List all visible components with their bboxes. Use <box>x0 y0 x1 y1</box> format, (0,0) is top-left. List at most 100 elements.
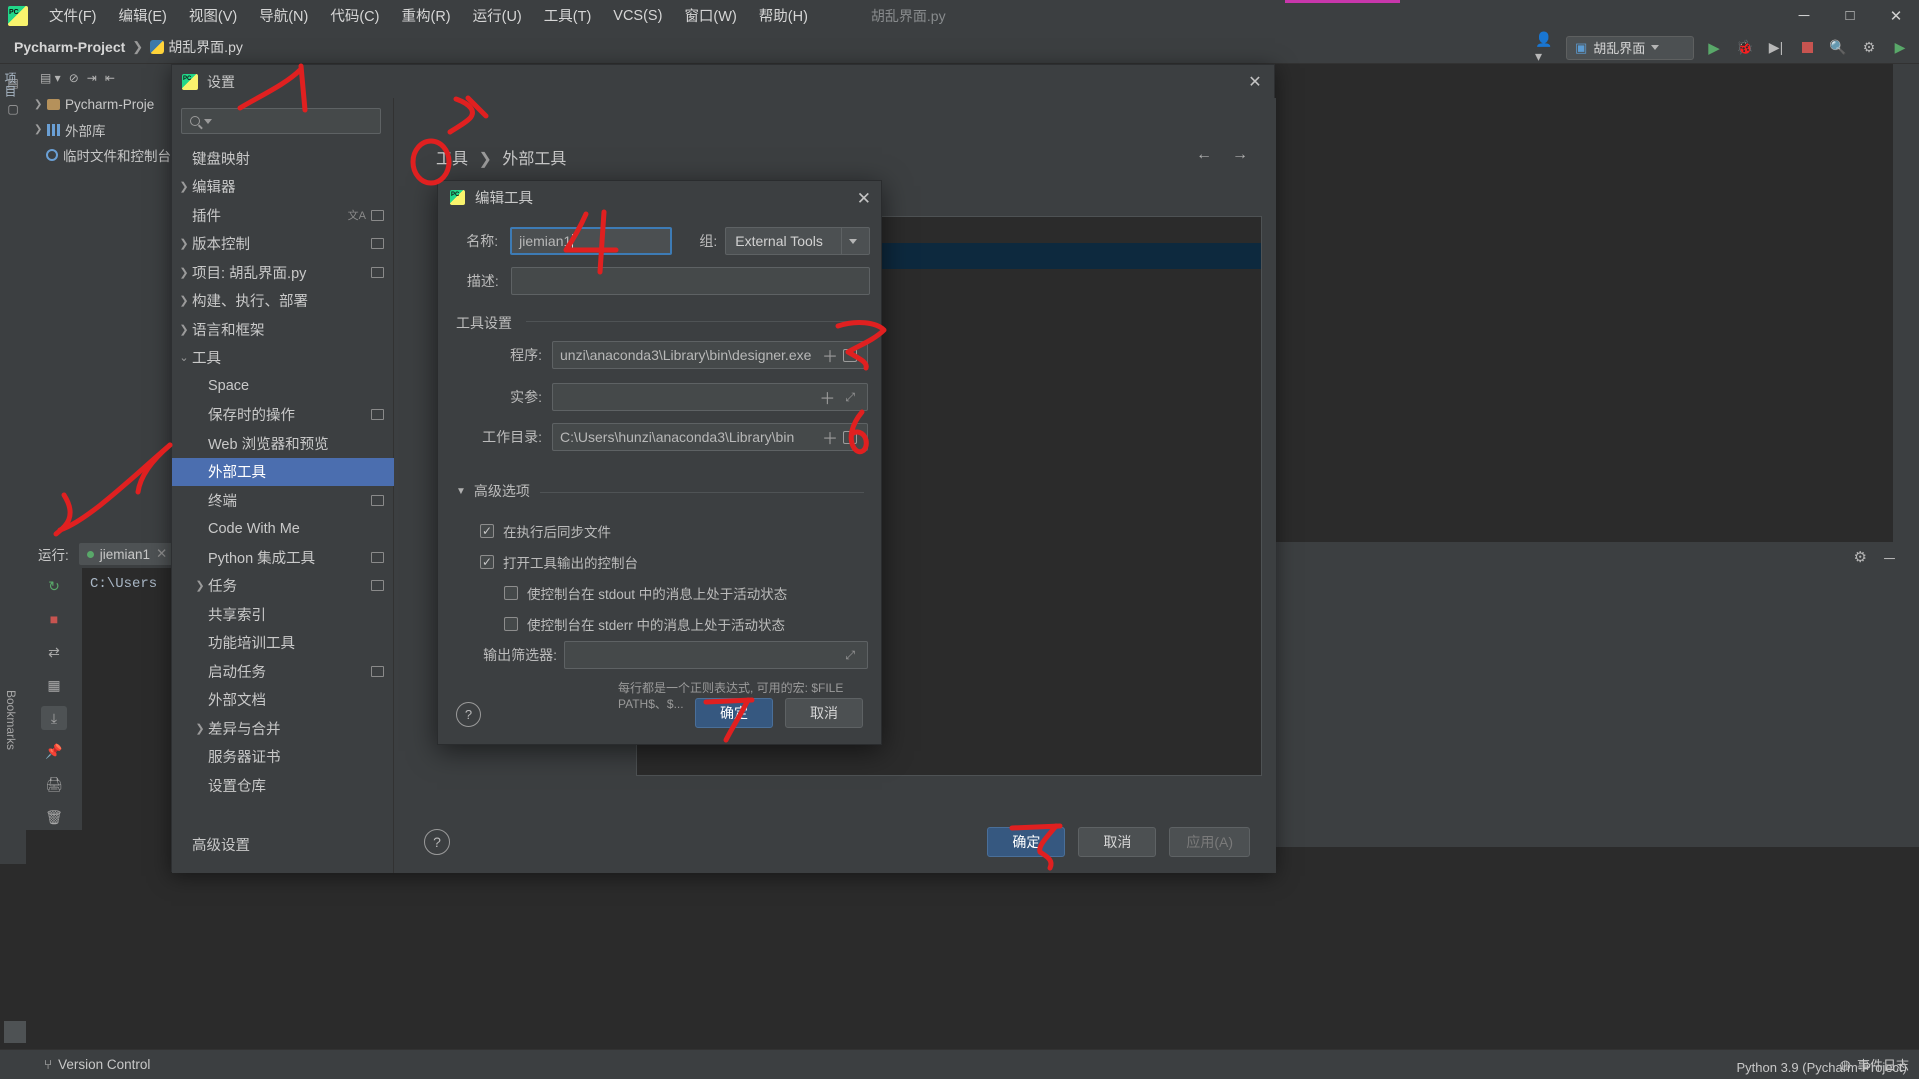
sidebar-item-19[interactable]: 外部文档 <box>172 686 394 715</box>
sidebar-item-6[interactable]: ❯ 语言和框架 <box>172 315 394 344</box>
run-configuration-selector[interactable]: ▣ 胡乱界面 <box>1566 35 1694 60</box>
arguments-input[interactable]: ＋ ⤢ <box>552 383 868 411</box>
working-directory-input[interactable]: C:\Users\hunzi\anaconda3\Library\bin ＋ <box>552 423 868 451</box>
chevron-right-icon[interactable]: ❯ <box>176 237 192 250</box>
settings-close-button[interactable]: ✕ <box>1244 71 1266 93</box>
sidebar-item-5[interactable]: ❯ 构建、执行、部署 <box>172 287 394 316</box>
settings-cancel-button[interactable]: 取消 <box>1078 827 1157 857</box>
breadcrumb-parent[interactable]: 工具 <box>436 151 468 168</box>
checkbox-sync-files[interactable]: 在执行后同步文件 <box>480 521 611 541</box>
browse-folder-icon[interactable] <box>843 430 857 444</box>
dialog-ok-button[interactable]: 确定 <box>695 698 773 728</box>
chevron-right-icon[interactable]: ❯ <box>176 294 192 307</box>
settings-search-box[interactable] <box>181 108 396 134</box>
insert-macro-icon[interactable]: ＋ <box>817 343 843 367</box>
print-grid-icon[interactable]: ▦ <box>41 673 67 697</box>
name-input[interactable]: jiemian1 <box>510 227 673 255</box>
sidebar-item-10[interactable]: Web 浏览器和预览 <box>172 429 394 458</box>
checkbox-open-console[interactable]: 打开工具输出的控制台 <box>480 552 638 572</box>
close-icon[interactable]: ✕ <box>156 546 167 562</box>
run-window-settings-icon[interactable]: ⚙ <box>1854 548 1867 566</box>
structure-tool-icon[interactable] <box>4 1021 26 1043</box>
sidebar-item-11[interactable]: 外部工具 <box>172 457 394 486</box>
menu-window[interactable]: 窗口(W) <box>673 2 747 29</box>
sidebar-item-2[interactable]: 插件 文A <box>172 201 394 230</box>
sidebar-item-17[interactable]: 功能培训工具 <box>172 629 394 658</box>
description-input[interactable] <box>510 267 870 295</box>
menu-code[interactable]: 代码(C) <box>319 2 390 29</box>
program-input[interactable]: unzi\anaconda3\Library\bin\designer.exe … <box>552 341 868 369</box>
dialog-close-button[interactable]: ✕ <box>857 189 871 209</box>
wrap-icon[interactable]: ⇄ <box>41 640 67 664</box>
breadcrumb-project[interactable]: Pycharm-Project <box>14 39 125 55</box>
chevron-down-icon[interactable]: ⌄ <box>176 351 192 364</box>
sidebar-item-7[interactable]: ⌄ 工具 <box>172 344 394 373</box>
sidebar-item-14[interactable]: Python 集成工具 <box>172 543 394 572</box>
insert-macro-icon[interactable]: ＋ <box>817 425 843 449</box>
python-interpreter-status[interactable]: Python 3.9 (Pycharm-Project) <box>1736 1060 1907 1075</box>
settings-icon[interactable]: ⚙ <box>1858 37 1880 59</box>
stop-icon[interactable]: ■ <box>41 607 67 631</box>
settings-icon-small[interactable]: ⇤ <box>105 71 115 85</box>
project-tree-row-scratches[interactable]: 临时文件和控制台 <box>26 142 171 167</box>
sidebar-item-22[interactable]: 设置仓库 <box>172 771 394 800</box>
sidebar-item-16[interactable]: 共享索引 <box>172 600 394 629</box>
menu-view[interactable]: 视图(V) <box>178 2 248 29</box>
dialog-cancel-button[interactable]: 取消 <box>785 698 863 728</box>
group-select[interactable]: External Tools <box>725 227 871 255</box>
delete-icon[interactable]: 🗑 <box>41 805 67 829</box>
sidebar-item-21[interactable]: 服务器证书 <box>172 743 394 772</box>
coverage-icon[interactable]: ▶| <box>1765 37 1787 59</box>
version-control-button[interactable]: ⑂ Version Control <box>44 1057 150 1072</box>
chevron-right-icon[interactable]: ❯ <box>176 266 192 279</box>
menu-run[interactable]: 运行(U) <box>462 2 533 29</box>
menu-navigate[interactable]: 导航(N) <box>248 2 319 29</box>
sidebar-item-13[interactable]: Code With Me <box>172 515 394 544</box>
commit-icon[interactable]: ▢ <box>0 96 26 122</box>
menu-file[interactable]: 文件(F) <box>38 2 108 29</box>
sidebar-item-1[interactable]: ❯ 编辑器 <box>172 173 394 202</box>
search-icon[interactable]: 🔍 <box>1827 37 1849 59</box>
sidebar-item-20[interactable]: ❯ 差异与合并 <box>172 714 394 743</box>
browse-folder-icon[interactable] <box>843 348 857 362</box>
help-icon[interactable]: ? <box>424 829 450 855</box>
breadcrumb-file[interactable]: 胡乱界面.py <box>168 37 243 57</box>
insert-macro-icon[interactable]: ＋ <box>814 385 840 409</box>
rerun-icon[interactable]: ↻ <box>41 574 67 598</box>
print-icon[interactable]: 🖨 <box>41 772 67 796</box>
search-input[interactable] <box>216 112 396 130</box>
scroll-to-end-icon[interactable]: ⤓ <box>41 706 67 730</box>
advanced-options-header[interactable]: ▼ 高级选项 <box>456 481 530 501</box>
run-icon[interactable]: ▶ <box>1703 37 1725 59</box>
menu-tools[interactable]: 工具(T) <box>533 2 603 29</box>
sidebar-item-4[interactable]: ❯ 项目: 胡乱界面.py <box>172 258 394 287</box>
stop-icon[interactable] <box>1796 37 1818 59</box>
output-filter-input[interactable]: ⤢ <box>564 641 868 669</box>
sidebar-item-0[interactable]: 键盘映射 <box>172 144 394 173</box>
bookmarks-tool-label[interactable]: Bookmarks <box>4 690 18 750</box>
nav-forward-icon[interactable]: → <box>1232 146 1248 164</box>
sidebar-item-8[interactable]: Space <box>172 372 394 401</box>
sidebar-item-3[interactable]: ❯ 版本控制 <box>172 230 394 259</box>
collapse-icon[interactable]: ⊘ <box>69 71 79 85</box>
chevron-right-icon[interactable]: ❯ <box>192 722 208 735</box>
dialog-help-icon[interactable]: ? <box>456 702 481 727</box>
settings-ok-button[interactable]: 确定 <box>987 827 1066 857</box>
expand-all-icon[interactable]: ⇥ <box>87 71 97 85</box>
run-window-minimize-icon[interactable]: － <box>1882 548 1897 569</box>
project-view-selector-icon[interactable]: ▤ ▾ <box>40 71 61 85</box>
maximize-button[interactable]: □ <box>1827 0 1873 31</box>
chevron-right-icon[interactable]: ❯ <box>176 323 192 336</box>
pin-icon[interactable]: 📌 <box>41 739 67 763</box>
menu-vcs[interactable]: VCS(S) <box>602 5 673 27</box>
expand-editor-icon[interactable]: ⤢ <box>840 390 860 405</box>
chevron-right-icon[interactable]: ❯ <box>176 180 192 193</box>
checkbox-activate-stderr[interactable]: 使控制台在 stderr 中的消息上处于活动状态 <box>504 614 785 634</box>
menu-refactor[interactable]: 重构(R) <box>390 2 461 29</box>
menu-help[interactable]: 帮助(H) <box>748 2 819 29</box>
expand-editor-icon[interactable]: ⤢ <box>840 648 860 663</box>
updates-icon[interactable]: ▶ <box>1889 37 1911 59</box>
close-window-button[interactable]: ✕ <box>1873 0 1919 31</box>
menu-edit[interactable]: 编辑(E) <box>108 2 178 29</box>
project-tool-label[interactable]: 项目 <box>2 72 19 98</box>
